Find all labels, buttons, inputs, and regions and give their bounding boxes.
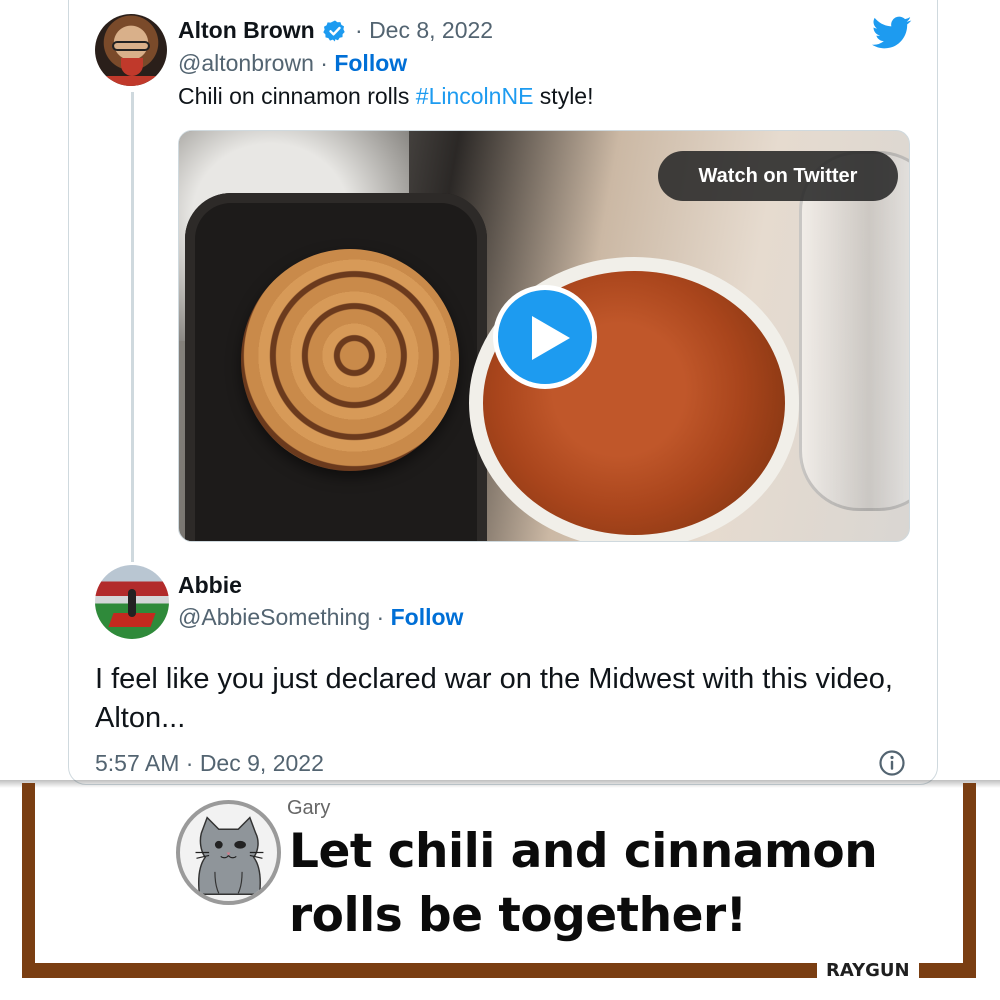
caption-author: Gary [287, 797, 331, 819]
verified-badge-icon [323, 20, 345, 42]
caption-frame-right [963, 783, 976, 978]
info-icon[interactable] [878, 749, 906, 777]
reply-timestamp[interactable]: 5:57 AM · Dec 9, 2022 [95, 750, 324, 777]
tweet-date[interactable]: · Dec 8, 2022 [355, 17, 493, 44]
follow-alton-button[interactable]: Follow [334, 50, 407, 76]
handle-text[interactable]: @AbbieSomething [178, 604, 370, 630]
avatar-abbie[interactable] [95, 565, 169, 639]
avatar-gary-cat [176, 800, 281, 905]
separator: · [355, 17, 363, 43]
watch-on-twitter-button[interactable]: Watch on Twitter [658, 151, 898, 201]
tweet-text-start: Chili on cinnamon rolls [178, 83, 416, 109]
tweet-video[interactable]: Watch on Twitter [178, 130, 910, 542]
reply-text: I feel like you just declared war on the… [95, 663, 893, 734]
tweet-text: Chili on cinnamon rolls #LincolnNE style… [178, 83, 594, 110]
tweet-author-handle: @altonbrown · Follow [178, 50, 407, 77]
separator: · [376, 604, 385, 630]
reply-author-name[interactable]: Abbie [178, 572, 242, 599]
video-scene-cinnamon-roll [241, 249, 459, 471]
separator: · [320, 50, 328, 76]
tweet-date-text[interactable]: Dec 8, 2022 [369, 17, 493, 43]
thread-line [131, 92, 134, 562]
tweet-author-name[interactable]: Alton Brown [178, 17, 315, 44]
play-icon [532, 316, 570, 360]
caption-divider-shadow [0, 780, 1000, 788]
brand-logo: RAYGUN [817, 958, 919, 984]
caption-headline: Let chili and cinnamon rolls be together… [289, 824, 878, 943]
reply-author-handle: @AbbieSomething · Follow [178, 604, 463, 631]
video-scene-glass [799, 151, 909, 511]
follow-abbie-button[interactable]: Follow [391, 604, 464, 630]
handle-text[interactable]: @altonbrown [178, 50, 314, 76]
twitter-bird-icon[interactable] [872, 16, 912, 50]
cat-drawing-icon [195, 816, 264, 895]
caption-frame-left [22, 783, 35, 978]
hashtag-link[interactable]: #LincolnNE [416, 83, 534, 109]
play-button[interactable] [493, 285, 597, 389]
avatar-alton-brown[interactable] [95, 14, 167, 86]
tweet-text-end: style! [533, 83, 594, 109]
